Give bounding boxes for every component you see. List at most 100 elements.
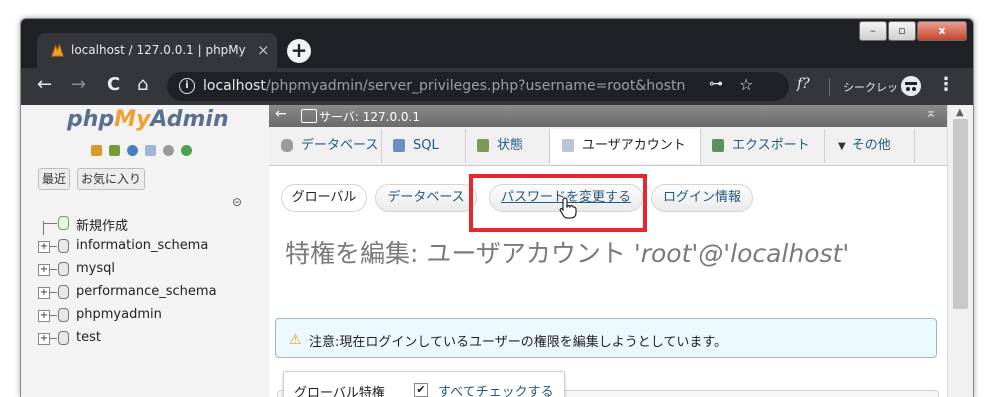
server-icon — [301, 109, 317, 123]
settings-gear-icon[interactable] — [163, 145, 175, 156]
scroll-top-icon[interactable]: ⌅ — [925, 105, 937, 121]
highlight-box — [469, 174, 647, 232]
tab-sql[interactable]: SQL — [381, 129, 466, 163]
phpmyadmin-favicon-icon — [51, 43, 64, 57]
expand-icon[interactable]: + — [38, 333, 50, 345]
incognito-icon[interactable] — [901, 76, 921, 96]
sql-icon — [393, 139, 405, 152]
global-privileges-label: グローバル特権 — [294, 386, 385, 397]
warning-icon: ⚠ — [289, 332, 302, 348]
tree-connector — [49, 269, 57, 270]
main-panel: ← サーバ: 127.0.0.1 ⌅ データベース SQL 状態 ユーザアカウン… — [269, 105, 947, 397]
expand-icon[interactable]: + — [38, 264, 50, 276]
home-icon[interactable] — [91, 145, 102, 156]
browser-tab[interactable]: localhost / 127.0.0.1 | phpMy × — [37, 33, 277, 68]
tab-user-accounts[interactable]: ユーザアカウント — [549, 129, 701, 164]
logo-admin: Admin — [150, 107, 229, 132]
database-icon — [58, 308, 69, 322]
check-all-checkbox[interactable]: ✔ — [414, 383, 428, 397]
quick-icons — [91, 141, 194, 160]
top-menu: データベース SQL 状態 ユーザアカウント エクスポート ▼ その他 — [269, 127, 947, 166]
incognito-label[interactable]: シークレット — [843, 79, 909, 95]
browser-window: localhost / 127.0.0.1 | phpMy × + – ▫ x … — [20, 18, 974, 397]
browser-toolbar: ← → C ⌂ i localhost/phpmyadmin/server_pr… — [21, 68, 973, 105]
subtab-database[interactable]: データベース — [375, 184, 477, 212]
key-icon[interactable]: ⊶ — [709, 76, 723, 92]
tab-label: SQL — [413, 138, 439, 153]
expand-icon[interactable]: + — [38, 241, 50, 253]
scrollbar-thumb[interactable] — [953, 119, 968, 309]
new-database-icon — [58, 216, 69, 230]
collapse-sidebar-icon[interactable]: ← — [275, 106, 287, 122]
close-window-button[interactable]: x — [917, 21, 967, 41]
reload-nav-icon[interactable] — [181, 145, 193, 156]
tree-item-label: test — [76, 330, 101, 345]
page-title: 特権を編集: ユーザアカウント 'root'@'localhost' — [285, 234, 849, 270]
tab-more[interactable]: ▼ その他 — [824, 129, 915, 163]
recent-tab[interactable]: 最近 — [38, 168, 71, 190]
toolbar-divider — [829, 78, 830, 96]
url-path: /phpmyadmin/server_privileges.php?userna… — [265, 78, 685, 94]
tab-label: 状態 — [497, 138, 524, 153]
phpmyadmin-logo[interactable]: phpMyAdmin — [67, 107, 229, 132]
page-scrollbar[interactable]: ▲ — [947, 105, 973, 397]
title-account: 'root'@'localhost' — [633, 239, 850, 268]
url-text[interactable]: localhost/phpmyadmin/server_privileges.p… — [203, 78, 685, 94]
home-icon[interactable]: ⌂ — [137, 74, 148, 95]
tab-label: エクスポート — [732, 138, 810, 153]
subtab-login-info[interactable]: ログイン情報 — [651, 184, 753, 212]
address-bar[interactable]: i localhost/phpmyadmin/server_privileges… — [167, 72, 789, 101]
expand-icon[interactable]: + — [38, 310, 50, 322]
expand-icon[interactable]: + — [38, 287, 50, 299]
database-icon — [58, 285, 69, 299]
tab-export[interactable]: エクスポート — [700, 129, 825, 163]
navigation-panel: phpMyAdmin 最近 お気に入り ⊝ 新規作成 + information… — [21, 105, 270, 397]
server-breadcrumb-bar: ← サーバ: 127.0.0.1 ⌅ — [269, 105, 947, 127]
new-tab-button[interactable]: + — [287, 39, 311, 63]
database-icon — [58, 239, 69, 253]
status-icon — [477, 139, 489, 152]
subtab-global[interactable]: グローバル — [281, 184, 367, 212]
title-prefix: 特権を編集: ユーザアカウント — [285, 239, 634, 268]
tree-item-label: performance_schema — [76, 284, 217, 299]
more-caret-icon: ▼ — [838, 141, 846, 152]
favorites-tab[interactable]: お気に入り — [77, 168, 146, 190]
tab-label: その他 — [851, 138, 891, 153]
tree-connector — [49, 338, 57, 339]
maximize-button[interactable]: ▫ — [888, 21, 916, 41]
server-breadcrumb[interactable]: サーバ: 127.0.0.1 — [319, 108, 420, 125]
site-info-icon[interactable]: i — [179, 78, 195, 94]
docs-icon[interactable] — [145, 145, 157, 156]
reload-icon[interactable]: C — [107, 74, 120, 95]
url-host: localhost — [203, 78, 266, 94]
help-icon[interactable] — [127, 145, 139, 156]
extension-icon[interactable]: f? — [797, 76, 810, 92]
database-icon — [58, 262, 69, 276]
export-icon — [712, 139, 724, 152]
tree-connector — [49, 246, 57, 247]
check-all-label[interactable]: すべてチェックする — [438, 381, 554, 397]
tab-label: ユーザアカウント — [582, 138, 686, 153]
logout-icon[interactable] — [109, 145, 121, 156]
back-icon[interactable]: ← — [37, 74, 52, 95]
user-accounts-icon — [562, 139, 574, 152]
tab-status[interactable]: 状態 — [465, 129, 550, 163]
tree-connector — [49, 292, 57, 293]
bookmark-star-icon[interactable]: ☆ — [739, 75, 753, 94]
forward-icon[interactable]: → — [71, 74, 86, 95]
scroll-up-icon[interactable]: ▲ — [956, 107, 964, 118]
tree-connector — [49, 315, 57, 316]
page-viewport: phpMyAdmin 最近 お気に入り ⊝ 新規作成 + information… — [21, 105, 973, 397]
hand-pointer-icon — [559, 197, 577, 219]
close-tab-icon[interactable]: × — [257, 41, 270, 59]
minimize-button[interactable]: – — [859, 21, 887, 41]
browser-menu-icon[interactable]: ⋮ — [937, 74, 955, 95]
tree-item-label: phpmyadmin — [76, 307, 162, 322]
link-icon[interactable]: ⊝ — [232, 195, 242, 209]
tab-strip: localhost / 127.0.0.1 | phpMy × + – ▫ x — [21, 19, 973, 68]
notice-box: ⚠ 注意:現在ログインしているユーザーの権限を編集しようとしています。 — [275, 318, 937, 358]
tab-databases[interactable]: データベース — [269, 129, 382, 163]
tree-connector — [43, 223, 57, 224]
tree-item-label: information_schema — [76, 238, 209, 253]
logo-my: My — [114, 107, 151, 132]
